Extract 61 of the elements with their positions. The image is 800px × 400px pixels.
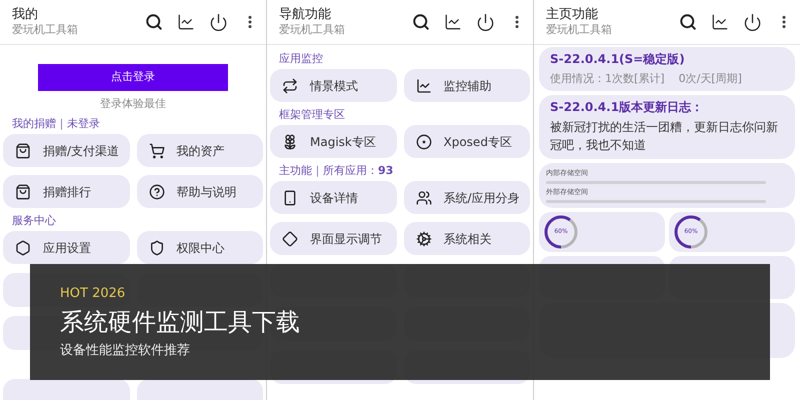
menu-card[interactable]: 系统相关 xyxy=(404,222,530,255)
ring-gauge xyxy=(543,214,579,250)
menu-card[interactable]: 捐赠/支付渠道 xyxy=(3,134,130,167)
login-hint: 登录体验最佳 xyxy=(100,97,166,111)
banner-title: 系统硬件监测工具下载 xyxy=(60,307,301,338)
app-subtitle: 爱玩机工具箱 xyxy=(279,23,346,37)
swap-icon xyxy=(282,78,298,94)
line-chart-icon[interactable] xyxy=(711,13,729,31)
line-chart-icon xyxy=(416,78,432,94)
menu-card[interactable]: Magisk专区 xyxy=(270,125,396,158)
shield-icon xyxy=(148,240,164,256)
menu-card[interactable]: 捐赠排行 xyxy=(3,175,130,208)
line-chart-icon[interactable] xyxy=(177,13,195,31)
section-label: 主功能｜所有应用：93 xyxy=(279,164,394,177)
power-icon[interactable] xyxy=(476,12,495,32)
gear-icon xyxy=(416,230,432,246)
help-icon xyxy=(148,184,164,200)
section-label: 框架管理专区 xyxy=(279,108,345,121)
page-title: 主页功能 xyxy=(546,7,599,24)
line-chart-icon[interactable] xyxy=(444,13,462,31)
page-title: 我的 xyxy=(12,7,39,24)
menu-card[interactable]: Xposed专区 xyxy=(404,125,530,158)
menu-card[interactable]: 监控辅助 xyxy=(404,69,530,102)
changelog-text: 被新冠打扰的生活一团糟，更新日志你问新冠吧，我也不知道 xyxy=(550,119,779,154)
menu-card[interactable]: 情景模式 xyxy=(270,69,396,102)
search-icon[interactable] xyxy=(679,13,697,31)
banner-subtitle: 设备性能监控软件推荐 xyxy=(60,342,191,360)
phone-icon xyxy=(282,190,298,206)
banner-tag: HOT 2026 xyxy=(60,284,770,303)
diamond-icon xyxy=(282,230,298,246)
menu-card[interactable]: 我的资产 xyxy=(136,134,263,167)
ring-gauge xyxy=(673,214,709,250)
menu-card[interactable]: 系统/应用分身 xyxy=(404,181,530,214)
circle-dot-icon xyxy=(416,134,432,150)
power-icon[interactable] xyxy=(209,12,228,32)
bag-icon xyxy=(15,184,31,200)
power-icon[interactable] xyxy=(743,12,762,32)
menu-card[interactable]: 权限中心 xyxy=(136,231,263,264)
version-title: S-22.0.4.1(S=稳定版) xyxy=(550,52,686,67)
menu-card[interactable]: 帮助与说明 xyxy=(136,175,263,208)
hexagon-icon xyxy=(15,240,31,256)
section-label: 应用监控 xyxy=(279,52,323,65)
app-subtitle: 爱玩机工具箱 xyxy=(12,23,79,37)
search-icon[interactable] xyxy=(145,13,163,31)
changelog-title: S-22.0.4.1版本更新日志： xyxy=(550,100,704,115)
section-label: 我的捐赠｜未登录 xyxy=(12,117,100,130)
menu-card[interactable]: 界面显示调节 xyxy=(270,222,396,255)
app-subtitle: 爱玩机工具箱 xyxy=(546,23,613,37)
search-icon[interactable] xyxy=(412,13,430,31)
menu-card[interactable]: 设备详情 xyxy=(270,181,396,214)
usage-total: 使用情况：1次数[累计] xyxy=(550,71,665,86)
page-title: 导航功能 xyxy=(279,7,332,24)
bag-icon xyxy=(15,142,31,158)
menu-card[interactable]: 应用设置 xyxy=(3,231,130,264)
cart-icon xyxy=(148,142,164,158)
login-button[interactable]: 点击登录 xyxy=(38,64,228,91)
users-icon xyxy=(416,190,432,206)
section-label: 服务中心 xyxy=(12,214,56,227)
flower-icon xyxy=(282,134,298,150)
promo-banner[interactable]: HOT 2026 系统硬件监测工具下载 设备性能监控软件推荐 xyxy=(30,264,770,380)
usage-period: 0次/天[周期] xyxy=(678,71,742,86)
